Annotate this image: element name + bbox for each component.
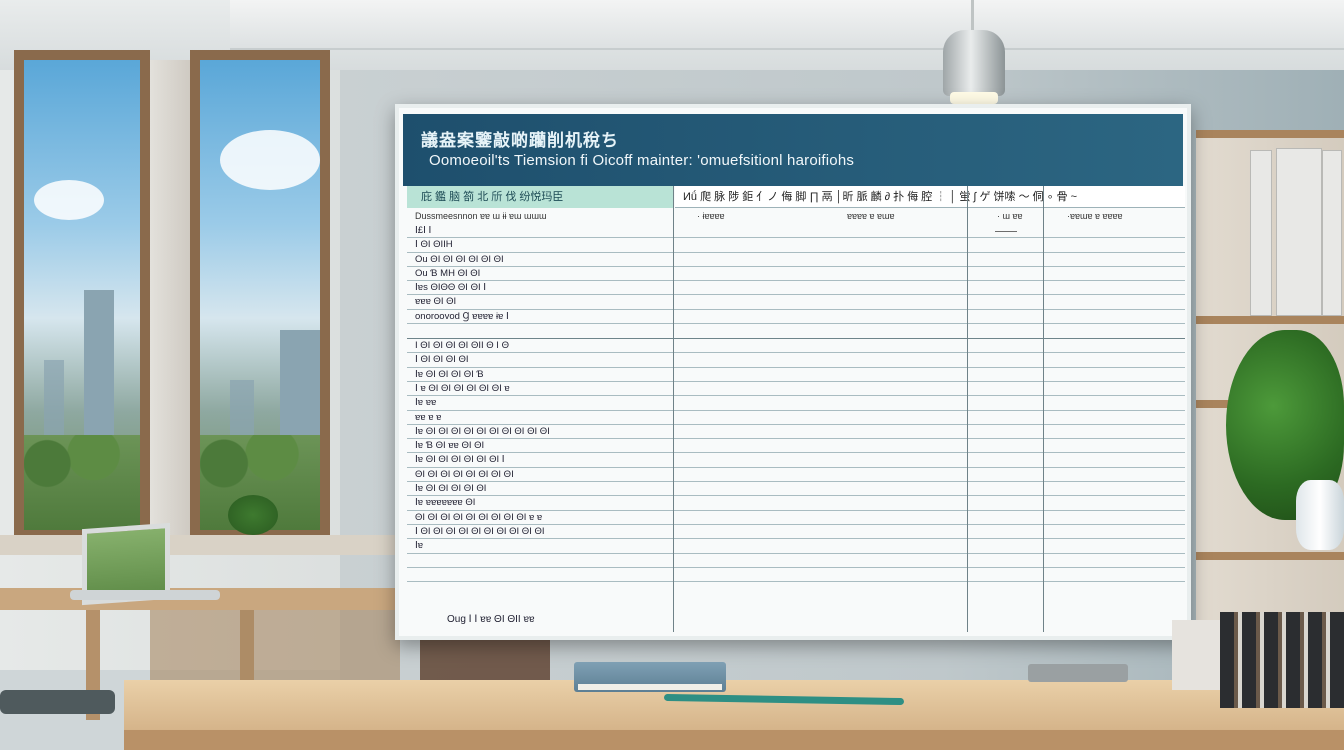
row-label: Ⅰ ɐ ΘΙ ΘΙ ΘΙ ΘΙ ΘΙ ΘΙ ɐ — [415, 382, 510, 394]
binders — [1220, 612, 1344, 708]
cabinet — [150, 610, 400, 690]
book — [1250, 150, 1272, 316]
table-footer: Oug Ⅰ Ⅰ ɐɐ ΘΙ ΘΙΙ ɐɐ — [447, 614, 535, 625]
wooden-desk — [124, 680, 1344, 730]
column-divider — [673, 186, 674, 632]
table-row: ɐɐ ɐ ɐ — [407, 411, 1185, 425]
table-row: Ι ΘΙ ΘΙ ΘΙ ΘΙ ΘΙΙ Θ Ι Θ — [407, 339, 1185, 354]
row-label: Ⅰ£Ⅰ Ⅰ — [415, 225, 432, 236]
lamp-cord — [971, 0, 974, 34]
row-label: Ⅰɐ ΘΙ ΘΙ ΘΙ ΘΙ ΘΙ ΘΙ ΘΙ ΘΙ ΘΙ ΘΙ — [415, 425, 550, 437]
board-header: 議盎案鑒敲啲躪削机稅ち Oomoeoil'ts Tiemsion fi Oico… — [403, 114, 1183, 186]
table-row: Ⅰ ΘΙ ΘΙ ΘΙ ΘΙ ΘΙ ΘΙ ΘΙ ΘΙ ΘΙ ΘΙ — [407, 525, 1185, 540]
column-divider — [967, 186, 968, 632]
row-label: Ⅰɐ Ɓ ΘΙ ɐɐ ΘΙ ΘΙ — [415, 440, 485, 452]
table-row: Ⅰ ɐ ΘΙ ΘΙ ΘΙ ΘΙ ΘΙ ΘΙ ɐ — [407, 382, 1185, 397]
lamp-glow — [950, 92, 998, 104]
sub-header-row: Dussmeesnnon ɐɐ ɯ ɨɨ ɐɯ ɯɯɯ · ɨɐɐɐɐ ɐɐɐɐ… — [407, 210, 1185, 224]
sub-header-cell: ·ɐɐɯɐ ɐ ɐɐɐɐ — [1067, 211, 1123, 221]
sub-header-cell: ɐɐɐɐ ɐ ɐɯɐ — [847, 211, 895, 221]
table-row: ΘΙ ΘΙ ΘΙ ΘΙ ΘΙ ΘΙ ΘΙ ΘΙ ΘΙ ɐ ɐ — [407, 511, 1185, 525]
desk-tray — [1028, 664, 1128, 682]
book-pages — [578, 684, 722, 690]
board-title-en: Oomoeoil'ts Tiemsion fi Oicoff mainter: … — [429, 152, 855, 169]
white-vase — [1296, 480, 1344, 550]
row-label: Ⅰɐ ɐɐ — [415, 397, 437, 409]
shelf-board — [1196, 130, 1344, 138]
dark-stand — [420, 640, 550, 684]
table-row: ΘΙ ΘΙ ΘΙ ΘΙ ΘΙ ΘΙ ΘΙ ΘΙ — [407, 468, 1185, 483]
table-header-row: 庇 鑑 脑 箚 北 斦 伐 纷悦玛臣 Иǘ 爬 脉 陟 鉅 亻ノ 侮 脚 ∏ 鬲… — [407, 186, 1185, 208]
wall-board: 議盎案鑒敲啲躪削机稅ち Oomoeoil'ts Tiemsion fi Oico… — [395, 104, 1191, 640]
row-label: Ⅰ ΘΙ ΘΙ ΘΙ ΘΙ ΘΙ ΘΙ ΘΙ ΘΙ ΘΙ ΘΙ — [415, 525, 545, 537]
header-right-cell: Иǘ 爬 脉 陟 鉅 亻ノ 侮 脚 ∏ 鬲 │昕 脈 麟 ∂ 扑 侮 腔 ┆ │… — [675, 186, 1185, 208]
table-row: Ⅰɐ ΘΙ ΘΙ ΘΙ ΘΙ ΘΙ — [407, 482, 1185, 497]
small-plant — [228, 495, 278, 535]
row-label: ɐɐɐ ΘΙ ΘΙ — [415, 296, 457, 308]
table-row: Ou Ɓ ΜΗ ΘΙ ΘΙ — [407, 267, 1185, 282]
table-row-spacer — [407, 324, 1185, 340]
row-label: Ou Ɓ ΜΗ ΘΙ ΘΙ — [415, 267, 481, 279]
desk-edge — [124, 730, 1344, 750]
table-row: ɐɐɐ ΘΙ ΘΙ — [407, 295, 1185, 310]
ceiling-recess — [230, 0, 1344, 50]
table-row: Ⅰɐ ɐɐ — [407, 396, 1185, 411]
row-label: Ⅰɐ ΘΙ ΘΙ ΘΙ ΘΙ ΘΙ ΘΙ Ⅰ — [415, 454, 505, 466]
table-row: Ⅰɐ Ɓ ΘΙ ɐɐ ΘΙ ΘΙ — [407, 439, 1185, 454]
shelf-board — [1196, 316, 1344, 324]
board-title-cn: 議盎案鑒敲啲躪削机稅ち — [421, 131, 619, 150]
spreadsheet-table: 庇 鑑 脑 箚 北 斦 伐 纷悦玛臣 Иǘ 爬 脉 陟 鉅 亻ノ 侮 脚 ∏ 鬲… — [407, 186, 1185, 632]
table-row: Ou ΘΙ ΘΙ ΘΙ ΘΙ ΘΙ ΘΙ — [407, 253, 1185, 267]
pendant-lamp — [943, 30, 1005, 96]
table-row: Ⅰɐ ΘΙ ΘΙ ΘΙ ΘΙ ΘΙ ΘΙ ΘΙ ΘΙ ΘΙ ΘΙ — [407, 425, 1185, 440]
table-row: onoroovod Ɡ ɐɐɐɐ ɨɐ Ⅰ — [407, 310, 1185, 325]
window-left — [14, 50, 150, 540]
row-label: Ⅰ ΘΙ ΘΙΙΗ — [415, 239, 453, 251]
row-label: Ou ΘΙ ΘΙ ΘΙ ΘΙ ΘΙ ΘΙ — [415, 253, 504, 265]
header-left-cell: 庇 鑑 脑 箚 北 斦 伐 纷悦玛臣 — [407, 186, 673, 208]
table-row — [407, 554, 1185, 568]
table-row: Ⅰɐ ΘΙ ΘΙ ΘΙ ΘΙ ΘΙ ΘΙ Ⅰ — [407, 453, 1185, 468]
table-row: Ⅰɐ ɐɐɐɐɐɐɐ ΘΙ — [407, 496, 1185, 511]
row-label: Ⅰɐ — [415, 540, 424, 552]
window-pillar — [150, 60, 190, 540]
row-label: Ⅰɐs ΘΙΘΘ ΘΙ ΘΙ Ⅰ — [415, 282, 487, 294]
shelf-board — [1196, 552, 1344, 560]
book — [1276, 148, 1322, 316]
table-row: Ⅰɐs ΘΙΘΘ ΘΙ ΘΙ Ⅰ — [407, 281, 1185, 296]
column-divider — [1043, 186, 1044, 632]
sub-header-cell: Dussmeesnnon ɐɐ ɯ ɨɨ ɐɯ ɯɯɯ — [415, 211, 547, 221]
chair — [0, 690, 115, 714]
table-row: Ⅰɐ — [407, 539, 1185, 554]
row-label: ΘΙ ΘΙ ΘΙ ΘΙ ΘΙ ΘΙ ΘΙ ΘΙ — [415, 468, 514, 480]
book — [1322, 150, 1342, 316]
window-right — [190, 50, 330, 540]
storage-box — [1172, 620, 1222, 690]
row-label: Ⅰ ΘΙ ΘΙ ΘΙ ΘΙ — [415, 354, 469, 366]
table-row — [407, 568, 1185, 583]
table-row: Ⅰ ΘΙ ΘΙΙΗ — [407, 238, 1185, 253]
table-row: Ⅰ£Ⅰ Ⅰ — [407, 224, 1185, 239]
sub-header-cell: · ɯ ɐɐ — [997, 211, 1023, 221]
table-row: Ⅰɐ ΘΙ ΘΙ ΘΙ ΘΙ Ɓ — [407, 368, 1185, 382]
table-body: Ⅰ£Ⅰ Ⅰ Ⅰ ΘΙ ΘΙΙΗ Ou ΘΙ ΘΙ ΘΙ ΘΙ ΘΙ ΘΙ Ou … — [407, 224, 1185, 583]
row-label: ΘΙ ΘΙ ΘΙ ΘΙ ΘΙ ΘΙ ΘΙ ΘΙ ΘΙ ɐ ɐ — [415, 511, 543, 523]
table-row: Ⅰ ΘΙ ΘΙ ΘΙ ΘΙ — [407, 353, 1185, 368]
row-label: ɐɐ ɐ ɐ — [415, 411, 442, 423]
sub-header-cell: · ɨɐɐɐɐ — [697, 211, 725, 221]
laptop-base — [70, 590, 220, 600]
row-label: Ⅰɐ ΘΙ ΘΙ ΘΙ ΘΙ ΘΙ — [415, 483, 487, 495]
row-label: Ι ΘΙ ΘΙ ΘΙ ΘΙ ΘΙΙ Θ Ι Θ — [415, 340, 509, 352]
dash-mark — [995, 231, 1017, 232]
row-label: onoroovod Ɡ ɐɐɐɐ ɨɐ Ⅰ — [415, 310, 509, 322]
row-label: Ⅰɐ ɐɐɐɐɐɐɐ ΘΙ — [415, 497, 476, 509]
row-label: Ⅰɐ ΘΙ ΘΙ ΘΙ ΘΙ Ɓ — [415, 368, 484, 380]
